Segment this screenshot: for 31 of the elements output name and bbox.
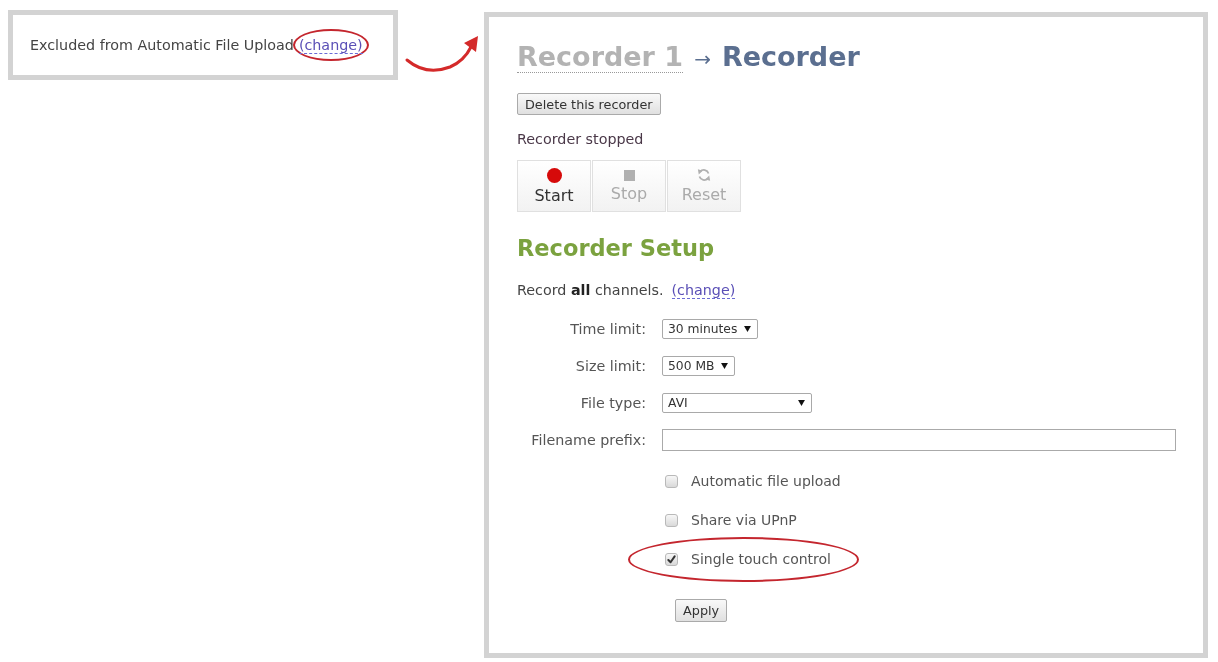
checkbox[interactable] [665, 552, 678, 566]
field-label: File type: [580, 395, 646, 411]
checkbox[interactable] [665, 513, 678, 527]
option-label: Single touch control [691, 551, 831, 567]
option-label: Automatic file upload [691, 473, 841, 489]
change-link[interactable]: (change) [298, 37, 363, 54]
stop-square-icon [623, 169, 635, 181]
record-dot-icon [546, 167, 562, 183]
apply-button[interactable]: Apply [675, 599, 728, 622]
breadcrumb-separator: → [694, 46, 711, 73]
caret-icon [721, 363, 729, 369]
field-label: Time limit: [570, 321, 646, 337]
field-label: Size limit: [575, 358, 646, 374]
option-label: Share via UPnP [691, 512, 797, 528]
recorder-status-text: Recorder stopped [517, 131, 645, 147]
upload-status-text: Excluded from Automatic File Upload [30, 37, 294, 53]
section-heading: Recorder Setup [517, 235, 716, 261]
channels-text: Record all channels. [517, 281, 664, 299]
change-link[interactable]: (change) [671, 282, 736, 299]
checkbox[interactable] [665, 474, 678, 488]
caret-icon [744, 326, 752, 332]
dropdown[interactable]: 500 MB [662, 356, 736, 376]
caret-icon [798, 400, 805, 406]
field-label: Filename prefix: [531, 432, 646, 448]
dropdown[interactable]: AVI [662, 393, 812, 413]
delete-recorder-button[interactable]: Delete this recorder [517, 93, 661, 115]
start-button[interactable]: Start [517, 160, 591, 212]
dropdown[interactable]: 30 minutes [662, 319, 759, 339]
refresh-icon [697, 168, 711, 182]
text-input[interactable] [662, 429, 1176, 451]
page-title: Recorder [721, 41, 860, 73]
